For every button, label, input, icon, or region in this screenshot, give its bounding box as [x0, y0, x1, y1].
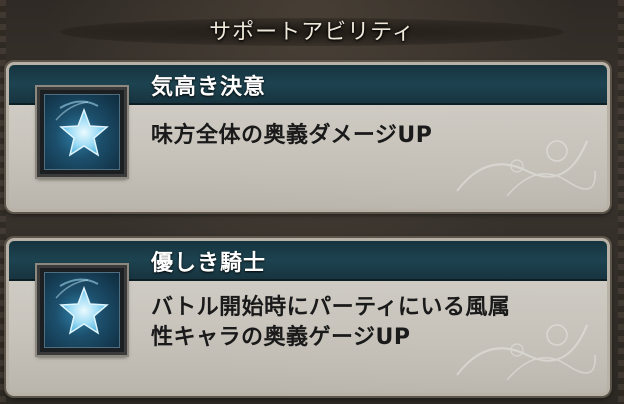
card-ornament-icon	[456, 140, 596, 197]
section-title: サポートアビリティ	[209, 20, 415, 45]
ability-name: 優しき騎士	[151, 251, 267, 276]
ability-name: 気高き決意	[151, 75, 267, 100]
background-border-right	[618, 0, 624, 404]
ability-icon-frame	[37, 265, 127, 355]
ability-icon-frame	[37, 87, 127, 177]
support-ability-card-2[interactable]: 優しき騎士 バトル開始時にパーティにいる風属 性キャラの奥義ゲージUP	[6, 238, 610, 396]
star-icon	[55, 278, 109, 335]
card-ornament-icon	[456, 324, 596, 381]
section-title-banner: サポートアビリティ	[0, 10, 624, 50]
star-icon	[55, 100, 109, 157]
support-ability-card-1[interactable]: 気高き決意 味方全体の奥義ダメージUP	[6, 62, 610, 212]
